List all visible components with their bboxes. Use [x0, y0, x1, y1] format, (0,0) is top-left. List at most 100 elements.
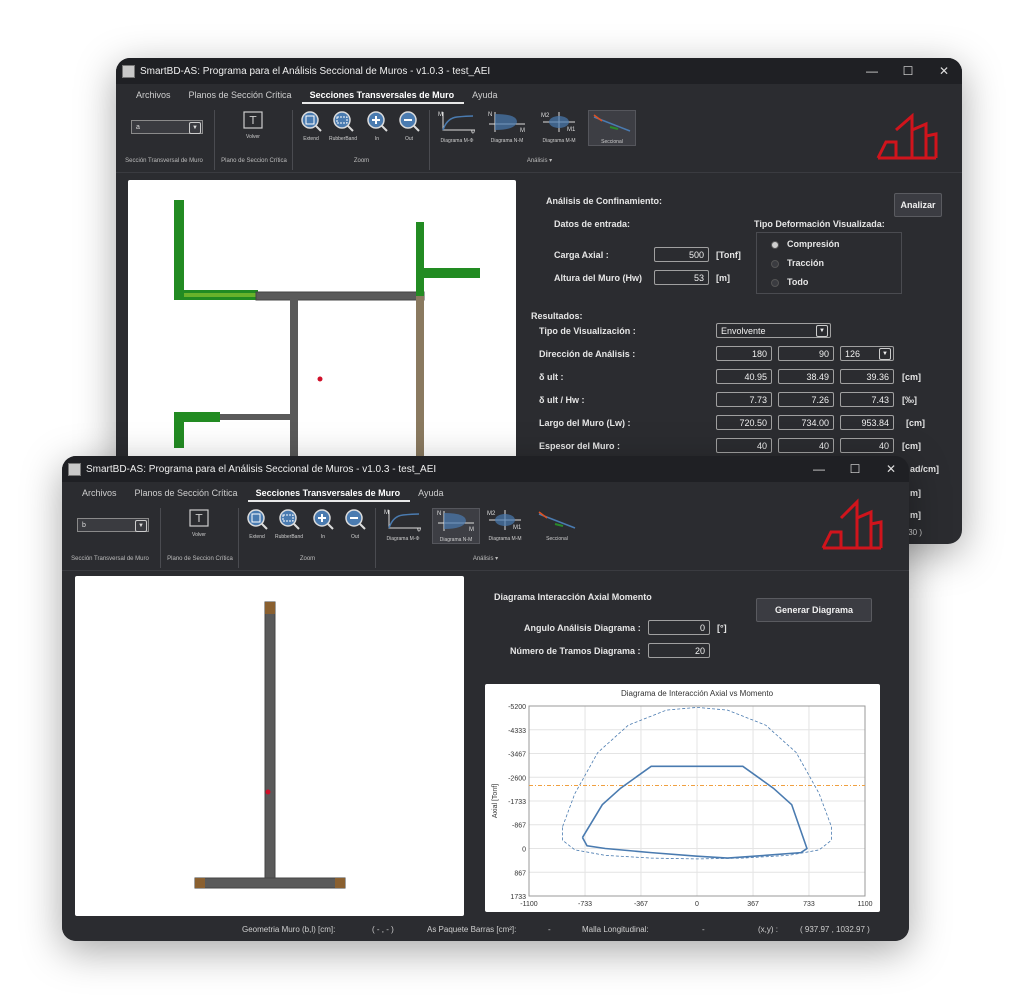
zoom-rubberband-button[interactable]: RubberBand	[274, 508, 304, 540]
radio-traccion[interactable]: Tracción	[771, 258, 824, 268]
radio-todo[interactable]: Todo	[771, 277, 808, 287]
tramos-input[interactable]: 20	[648, 643, 710, 658]
generar-diagrama-button[interactable]: Generar Diagrama	[756, 598, 872, 622]
diagram-m-m-button[interactable]: M2 M1 Diagrama M-M	[484, 508, 526, 542]
m-phi-diagram-icon: Mφ	[384, 510, 421, 532]
menu-planos[interactable]: Planos de Sección Crítica	[127, 488, 248, 502]
largo-field-1: 720.50	[716, 415, 772, 430]
menu-ayuda[interactable]: Ayuda	[410, 488, 453, 502]
carga-axial-input[interactable]: 500	[654, 247, 709, 262]
m-m-diagram-icon: M2 M1	[541, 112, 576, 133]
dult-field-3: 39.36	[840, 369, 894, 384]
radio-compresion[interactable]: Compresión	[771, 239, 840, 249]
svg-text:M: M	[438, 112, 443, 118]
analysis-group-label[interactable]: Análisis ▾	[432, 157, 647, 164]
front-ribbon: b ▼ Sección Transversal de Muro T Volver…	[62, 502, 909, 571]
chevron-down-icon: ▼	[816, 325, 828, 337]
minimize-button[interactable]: —	[854, 64, 890, 78]
interaction-chart[interactable]: Diagrama de Interacción Axial vs Momento…	[485, 684, 880, 912]
altura-input[interactable]: 53	[654, 270, 709, 285]
carga-axial-label: Carga Axial :	[554, 250, 609, 260]
seccional-icon	[538, 511, 576, 529]
front-window: SmartBD-AS: Programa para el Análisis Se…	[62, 456, 909, 941]
n-m-diagram-icon: NM	[437, 511, 474, 533]
volver-button[interactable]: T Volver	[238, 110, 268, 140]
angulo-input[interactable]: 0	[648, 620, 710, 635]
svg-text:φ: φ	[417, 527, 421, 532]
section-group-label: Sección Transversal de Muro	[71, 556, 149, 562]
carga-axial-unit: [Tonf]	[716, 250, 741, 260]
analysis-group-label[interactable]: Análisis ▾	[378, 555, 593, 562]
zoom-extend-button[interactable]: Extend	[296, 110, 326, 142]
zoom-in-button[interactable]: In	[362, 110, 392, 142]
direccion-select[interactable]: 126 ▼	[840, 346, 894, 361]
back-ribbon: a ▼ Sección Transversal de Muro T Volver…	[116, 104, 962, 173]
status-geom-value: ( - , - )	[372, 925, 394, 934]
angulo-unit: [°]	[717, 623, 727, 633]
svg-text:N: N	[437, 511, 441, 517]
maximize-button[interactable]: ☐	[890, 64, 926, 78]
plano-group-label: Plano de Seccion Crítica	[167, 556, 233, 562]
y-tick-label: -867	[512, 823, 526, 830]
diagram-m-phi-label: Diagrama M-Φ	[386, 536, 420, 542]
volver-icon: T	[189, 509, 209, 527]
m-phi-diagram-icon: Mφ	[438, 112, 475, 134]
seccional-label: Seccional	[601, 139, 623, 145]
maximize-button[interactable]: ☐	[837, 462, 873, 476]
status-as-value: -	[548, 925, 551, 934]
interaction-chart-svg: Diagrama de Interacción Axial vs Momento…	[492, 689, 873, 908]
angulo-label: Angulo Análisis Diagrama :	[524, 623, 641, 633]
diagram-n-m-button[interactable]: NM Diagrama N-M	[432, 508, 480, 544]
diagram-m-phi-button[interactable]: Mφ Diagrama M-Φ	[436, 110, 478, 144]
menu-ayuda[interactable]: Ayuda	[464, 90, 507, 104]
zoom-in-label: In	[374, 136, 380, 142]
largo-label: Largo del Muro (Lw) :	[539, 418, 631, 428]
seccional-button[interactable]: Seccional	[534, 508, 580, 542]
y-tick-label: -2600	[508, 775, 526, 782]
close-button[interactable]: ✕	[926, 64, 962, 78]
section-group: a ▼ Sección Transversal de Muro	[116, 108, 212, 164]
analizar-button[interactable]: Analizar	[894, 193, 942, 217]
zoom-in-label: In	[320, 534, 326, 540]
menu-archivos[interactable]: Archivos	[74, 488, 127, 502]
section-group: b ▼ Sección Transversal de Muro	[62, 506, 158, 562]
zoom-extend-button[interactable]: Extend	[242, 508, 272, 540]
zoom-rubberband-button[interactable]: RubberBand	[328, 110, 358, 142]
plano-group-label: Plano de Seccion Crítica	[221, 158, 287, 164]
partial-unit-2: m]	[910, 488, 921, 498]
zoom-out-button[interactable]: Out	[340, 508, 370, 540]
back-titlebar: SmartBD-AS: Programa para el Análisis Se…	[116, 58, 962, 84]
direccion-field-1[interactable]: 180	[716, 346, 772, 361]
espesor-label: Espesor del Muro :	[539, 441, 621, 451]
diagram-n-m-button[interactable]: NM Diagrama N-M	[486, 110, 528, 144]
app-icon	[122, 64, 135, 78]
section-combo[interactable]: a ▼	[131, 120, 203, 134]
svg-text:M: M	[469, 527, 474, 533]
seccional-button[interactable]: Seccional	[588, 110, 636, 146]
section-combo[interactable]: b ▼	[77, 518, 149, 532]
diagram-m-m-button[interactable]: M2 M1 Diagrama M-M	[538, 110, 580, 144]
chevron-down-icon: ▼	[879, 348, 891, 360]
front-section-canvas[interactable]	[75, 576, 464, 916]
volver-button[interactable]: T Volver	[184, 508, 214, 538]
menu-secciones[interactable]: Secciones Transversales de Muro	[247, 488, 411, 502]
zoom-out-label: Out	[350, 534, 360, 540]
radio-traccion-label: Tracción	[787, 258, 825, 268]
tipo-visualizacion-select[interactable]: Envolvente ▼	[716, 323, 831, 338]
zoom-rubberband-icon	[279, 509, 300, 530]
ribbon-separator	[238, 508, 239, 568]
menu-planos[interactable]: Planos de Sección Crítica	[181, 90, 302, 104]
minimize-button[interactable]: —	[801, 462, 837, 476]
menu-secciones[interactable]: Secciones Transversales de Muro	[301, 90, 465, 104]
seccional-icon	[593, 114, 631, 132]
diagram-m-phi-button[interactable]: Mφ Diagrama M-Φ	[382, 508, 424, 542]
close-button[interactable]: ✕	[873, 462, 909, 476]
radio-checked-icon	[771, 240, 779, 249]
radio-compresion-label: Compresión	[787, 239, 840, 249]
svg-text:T: T	[195, 512, 203, 525]
zoom-in-button[interactable]: In	[308, 508, 338, 540]
zoom-out-button[interactable]: Out	[394, 110, 424, 142]
section-combo-value: a	[136, 124, 140, 131]
menu-archivos[interactable]: Archivos	[128, 90, 181, 104]
direccion-field-2[interactable]: 90	[778, 346, 834, 361]
